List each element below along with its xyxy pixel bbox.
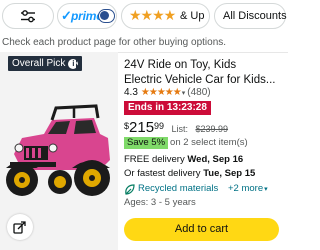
price-whole: 215 [129, 119, 155, 136]
overall-pick-badge[interactable]: Overall Pick i [8, 56, 83, 71]
fastest-delivery-info: Or fastest delivery Tue, Sep 15 [124, 168, 255, 180]
more-certifications-label: +2 more [228, 183, 264, 194]
rating-row[interactable]: 4.3 ★★★★★▾ (480) [124, 87, 211, 99]
overall-pick-label: Overall Pick [12, 58, 66, 69]
delivery-info: FREE delivery Wed, Sep 16 [124, 154, 243, 166]
list-price-label: List: [171, 124, 189, 134]
delivery-prefix: FREE delivery [124, 154, 188, 165]
toggle-switch[interactable] [98, 9, 115, 23]
rating-filter-button[interactable]: ★★★★ & Up [121, 3, 210, 29]
filter-bar: ✓ prime ★★★★ & Up All Discounts [0, 0, 288, 34]
star-rating-icon: ★★★★ [129, 8, 176, 24]
list-price: $239.99 [195, 124, 229, 134]
leaf-icon [125, 184, 135, 195]
product-title-line-2[interactable]: Electric Vehicle Car for Kids... [124, 73, 286, 88]
price-fraction: 99 [154, 121, 165, 131]
review-count[interactable]: (480) [187, 87, 210, 98]
more-certifications-link[interactable]: +2 more▾ [228, 183, 268, 196]
product-title[interactable]: 24V Ride on Toy, Kids Electric Vehicle C… [124, 58, 286, 88]
filter-button[interactable] [2, 3, 54, 29]
save-details: on 2 select item(s) [170, 137, 248, 148]
price-row[interactable]: $21599 List: $239.99 [124, 119, 228, 137]
discounts-filter-button[interactable]: All Discounts [214, 3, 287, 29]
discounts-filter-label: All Discounts [223, 10, 287, 22]
prime-filter-toggle[interactable]: ✓ prime [57, 3, 117, 29]
share-icon [13, 221, 26, 234]
product-image[interactable] [4, 104, 116, 200]
sliders-icon [21, 10, 35, 23]
star-rating-icon[interactable]: ★★★★★ [141, 87, 182, 98]
save-badge: Save 5% [124, 137, 169, 149]
chevron-down-icon[interactable]: ▾ [182, 90, 186, 97]
coupon-row[interactable]: Save 5% on 2 select item(s) [124, 137, 248, 149]
badge-tail [76, 56, 81, 70]
fastest-date: Tue, Sep 15 [203, 168, 256, 179]
price-currency: $ [124, 121, 130, 131]
rating-filter-label: & Up [180, 10, 205, 22]
add-to-cart-button[interactable]: Add to cart [124, 218, 279, 241]
age-range: Ages: 3 - 5 years [124, 197, 196, 208]
recycled-materials-link[interactable]: Recycled materials [138, 183, 218, 195]
rating-value: 4.3 [124, 87, 138, 98]
fastest-prefix: Or fastest delivery [124, 168, 204, 179]
share-button[interactable] [7, 214, 33, 240]
product-title-line-1[interactable]: 24V Ride on Toy, Kids [124, 58, 286, 73]
delivery-date: Wed, Sep 16 [187, 154, 244, 165]
deal-timer-badge: Ends in 13:23:28 [124, 101, 211, 115]
chevron-down-icon: ▾ [264, 186, 268, 193]
buying-options-hint: Check each product page for other buying… [2, 37, 227, 48]
